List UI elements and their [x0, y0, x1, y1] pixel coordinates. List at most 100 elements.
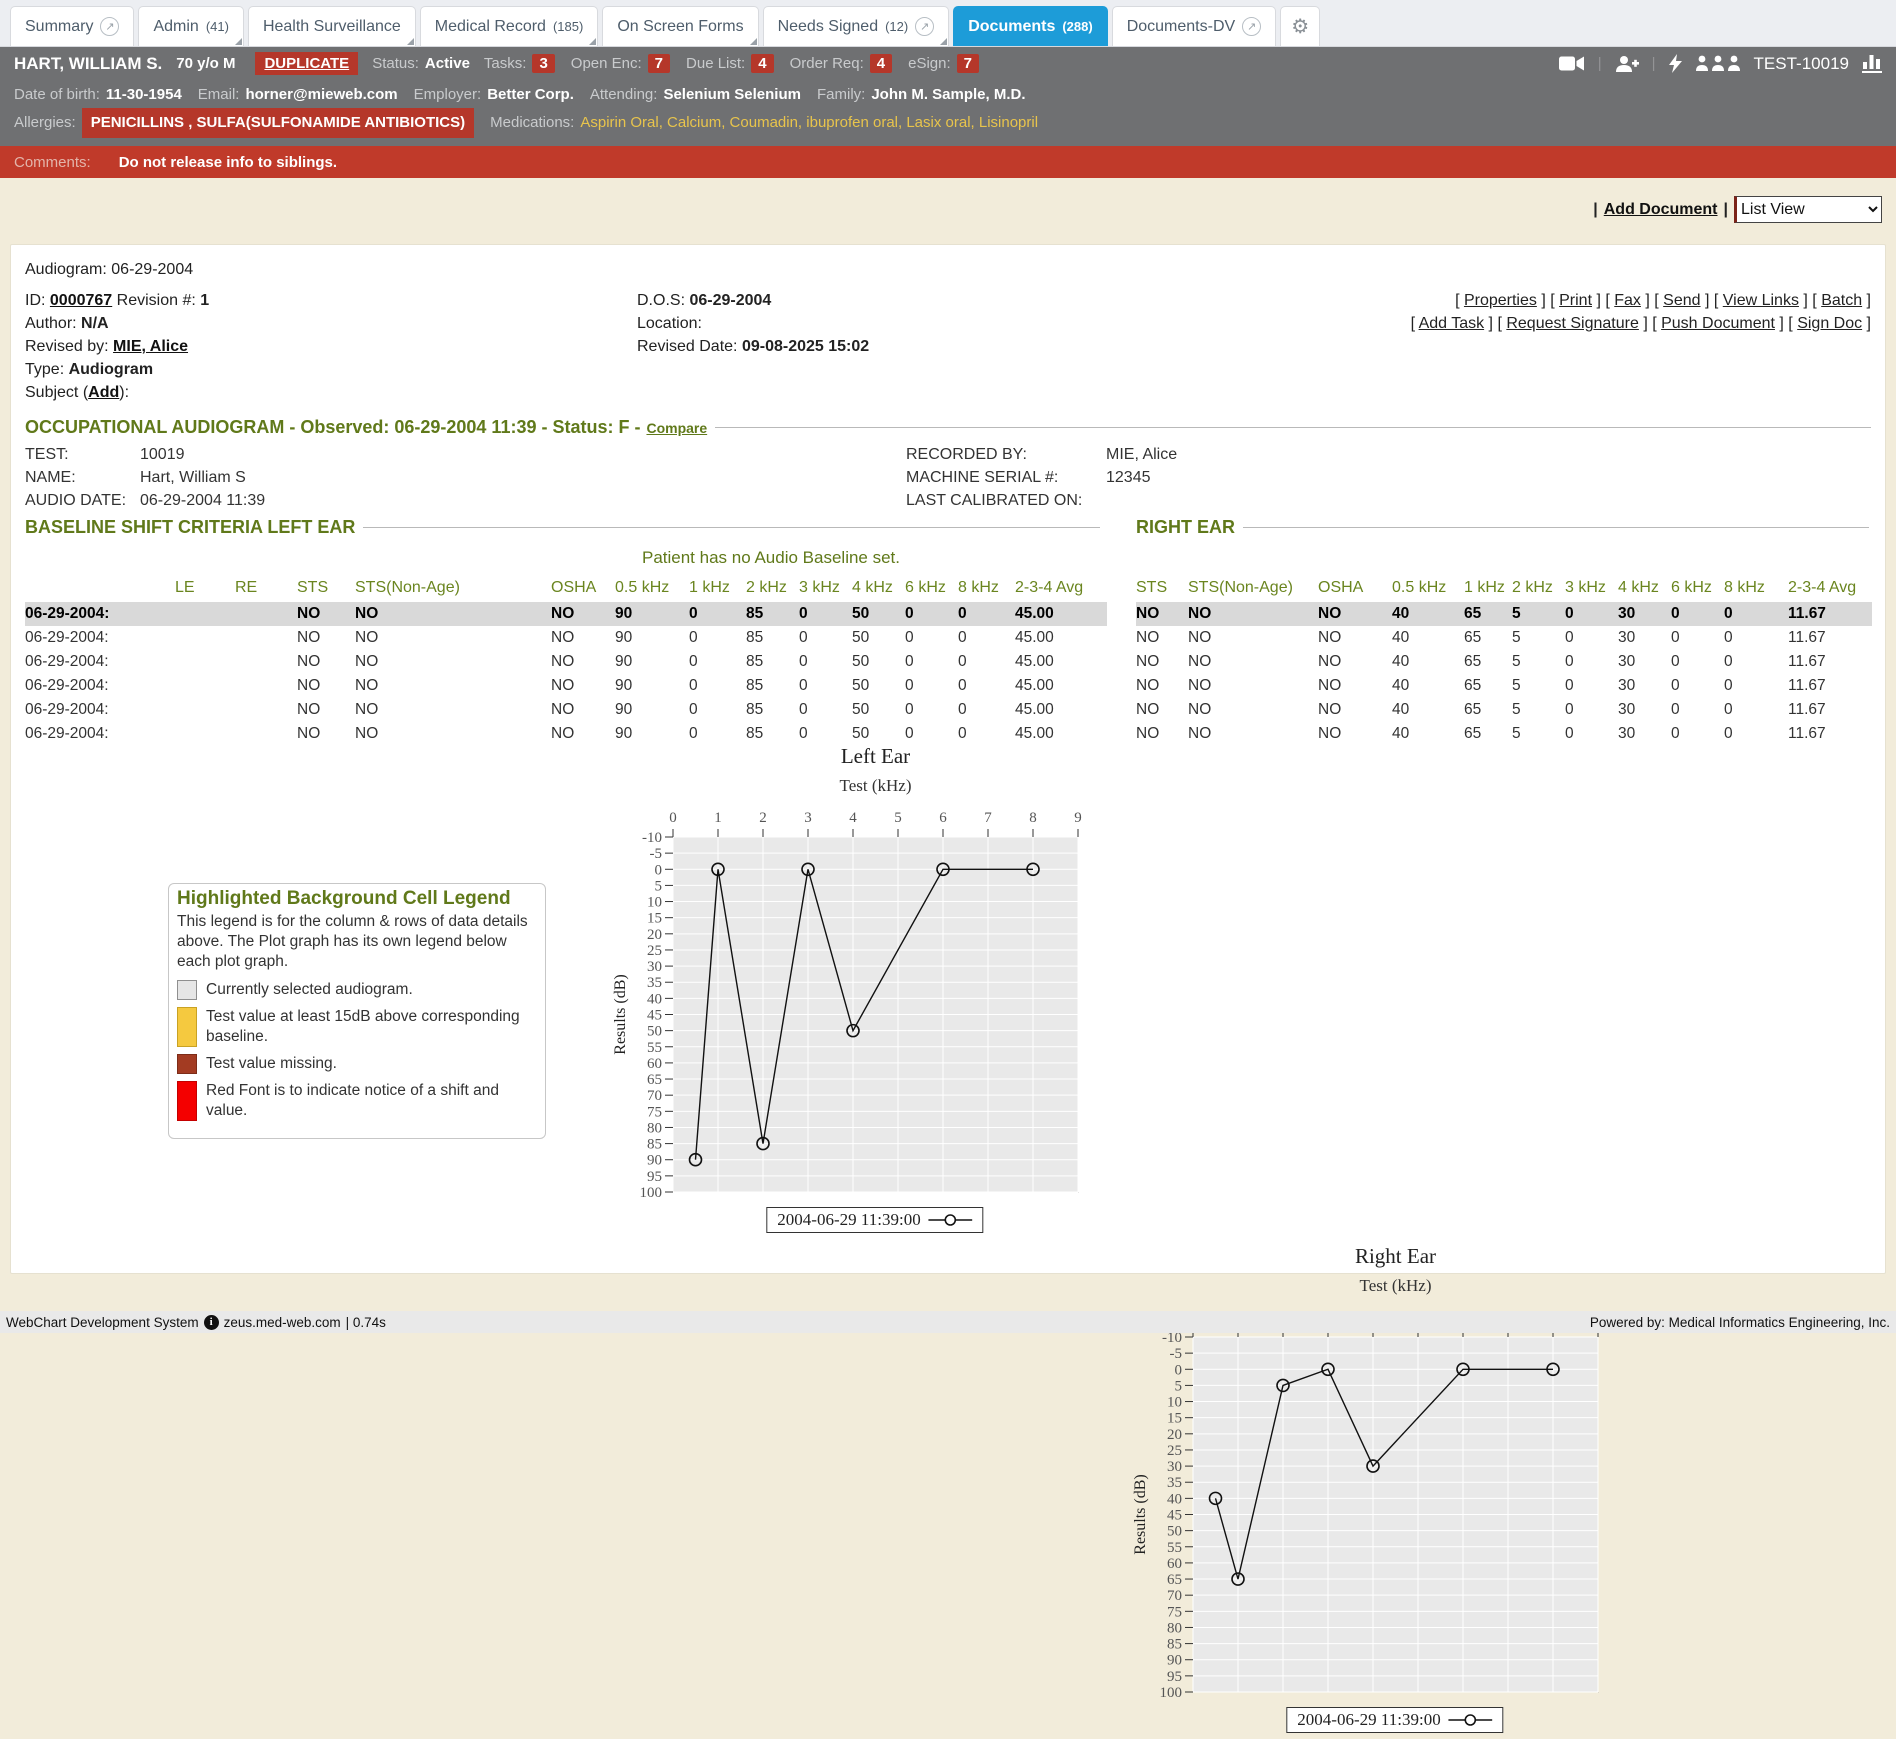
audiogram-row[interactable]: NONONO406550300011.67: [1136, 698, 1872, 722]
counter-badge[interactable]: 7: [957, 54, 979, 73]
series-label: 2004-06-29 11:39:00: [777, 1210, 920, 1230]
audiogram-row[interactable]: NONONO406550300011.67: [1136, 722, 1872, 746]
audiogram-row[interactable]: 06-29-2004:NONONO900850500045.00: [25, 626, 1107, 650]
tab-medical-record[interactable]: Medical Record (185): [420, 6, 599, 46]
value-cell: 5: [1512, 698, 1565, 722]
audiogram-row[interactable]: NONONO406550300011.67: [1136, 650, 1872, 674]
patient-status: Status: Active: [372, 55, 470, 72]
audiogram-date-cell[interactable]: 06-29-2004:: [25, 698, 175, 722]
tab-on-screen-forms[interactable]: On Screen Forms: [602, 6, 758, 46]
status-value: Active: [425, 55, 470, 72]
tab-label: Summary: [25, 18, 93, 36]
audiogram-date-cell[interactable]: 06-29-2004:: [25, 722, 175, 746]
value-cell: [235, 722, 297, 746]
action-link-request-signature[interactable]: Request Signature: [1506, 315, 1639, 332]
action-link-properties[interactable]: Properties: [1464, 292, 1537, 309]
tab-summary[interactable]: Summary ↗: [10, 6, 134, 46]
action-link-print[interactable]: Print: [1559, 292, 1592, 309]
info-label: Employer:: [414, 82, 482, 108]
test-info-label: NAME:: [25, 466, 140, 489]
counter-label: eSign:: [908, 55, 951, 72]
tab-documents-dv[interactable]: Documents-DV↗: [1112, 6, 1276, 46]
value-cell: [175, 602, 235, 626]
tab-count: (288): [1062, 19, 1092, 34]
value-cell: NO: [1318, 674, 1392, 698]
action-link-sign-doc[interactable]: Sign Doc: [1797, 315, 1862, 332]
tab-label: Health Surveillance: [263, 18, 401, 36]
revised-by-link[interactable]: MIE, Alice: [113, 338, 188, 355]
audiogram-row[interactable]: 06-29-2004:NONONO900850500045.00: [25, 674, 1107, 698]
audiogram-date-cell[interactable]: 06-29-2004:: [25, 626, 175, 650]
patient-info-band: Date of birth:11-30-1954Email:horner@mie…: [0, 80, 1896, 146]
value-cell: 30: [1618, 722, 1671, 746]
people-group-icon[interactable]: [1695, 55, 1741, 72]
tab-health-surveillance[interactable]: Health Surveillance: [248, 6, 416, 46]
value-cell: 50: [852, 602, 905, 626]
info-value: Better Corp.: [487, 82, 574, 108]
value-cell: 65: [1464, 602, 1512, 626]
compare-link[interactable]: Compare: [646, 420, 707, 436]
action-link-add-task[interactable]: Add Task: [1419, 315, 1485, 332]
action-link-send[interactable]: Send: [1663, 292, 1700, 309]
svg-text:95: 95: [1167, 1669, 1182, 1685]
audiogram-row[interactable]: NONONO406550300011.67: [1136, 674, 1872, 698]
legend-item-label: Test value missing.: [206, 1054, 337, 1074]
open-in-new-icon[interactable]: ↗: [1242, 17, 1261, 36]
subject-add-link[interactable]: Add: [88, 384, 119, 401]
revised-by-label: Revised by:: [25, 338, 109, 355]
audiogram-date-cell[interactable]: 06-29-2004:: [25, 602, 175, 626]
value-cell: 40: [1392, 602, 1464, 626]
counter-open-enc-: Open Enc:7: [571, 54, 670, 73]
tab-documents[interactable]: Documents (288): [953, 6, 1107, 46]
document-id-link[interactable]: 0000767: [50, 292, 112, 309]
view-mode-select[interactable]: List View: [1734, 196, 1882, 223]
audiogram-row[interactable]: NONONO406550300011.67: [1136, 626, 1872, 650]
action-link-push-document[interactable]: Push Document: [1661, 315, 1775, 332]
column-header: 6 kHz: [1671, 575, 1724, 602]
revised-date-value: 09-08-2025 15:02: [742, 338, 869, 355]
settings-tab[interactable]: ⚙: [1280, 6, 1320, 46]
counter-badge[interactable]: 4: [751, 54, 773, 73]
value-cell: 50: [852, 674, 905, 698]
tab-count: (185): [553, 19, 583, 34]
svg-text:45: 45: [647, 1008, 662, 1024]
info-icon[interactable]: i: [204, 1315, 219, 1330]
action-bracket: [: [1788, 315, 1797, 332]
tab-admin[interactable]: Admin (41): [138, 6, 243, 46]
chart-number: TEST-10019: [1754, 54, 1849, 74]
open-in-new-icon[interactable]: ↗: [100, 17, 119, 36]
action-link-batch[interactable]: Batch: [1821, 292, 1862, 309]
value-cell: 11.67: [1788, 602, 1872, 626]
video-camera-icon[interactable]: [1559, 55, 1585, 72]
audiogram-header-text: OCCUPATIONAL AUDIOGRAM - Observed: 06-29…: [25, 417, 640, 438]
svg-text:60: 60: [1167, 1556, 1182, 1572]
duplicate-badge[interactable]: DUPLICATE: [255, 52, 358, 75]
tab-menu-fold: [589, 38, 596, 45]
action-link-fax[interactable]: Fax: [1614, 292, 1641, 309]
value-cell: 65: [1464, 626, 1512, 650]
action-link-view-links[interactable]: View Links: [1723, 292, 1799, 309]
counter-badge[interactable]: 7: [648, 54, 670, 73]
add-document-link[interactable]: Add Document: [1604, 201, 1718, 219]
counter-badge[interactable]: 3: [532, 54, 554, 73]
audiogram-row[interactable]: NONONO406550300011.67: [1136, 602, 1872, 626]
audiogram-row[interactable]: 06-29-2004:NONONO900850500045.00: [25, 602, 1107, 626]
value-cell: 0: [905, 602, 958, 626]
test-info-value: 06-29-2004 11:39: [140, 492, 265, 509]
bar-chart-icon[interactable]: [1862, 54, 1882, 73]
tab-needs-signed[interactable]: Needs Signed (12)↗: [763, 6, 950, 46]
open-in-new-icon[interactable]: ↗: [915, 17, 934, 36]
add-person-icon[interactable]: [1615, 55, 1639, 73]
value-cell: 0: [1671, 650, 1724, 674]
audiogram-test-info-left: TEST:10019NAME:Hart, William SAUDIO DATE…: [25, 443, 265, 512]
audiogram-row[interactable]: 06-29-2004:NONONO900850500045.00: [25, 698, 1107, 722]
action-bracket: [: [1812, 292, 1821, 309]
audiogram-date-cell[interactable]: 06-29-2004:: [25, 674, 175, 698]
counter-badge[interactable]: 4: [870, 54, 892, 73]
value-cell: 0: [799, 650, 852, 674]
lightning-icon[interactable]: [1669, 54, 1682, 73]
audiogram-row[interactable]: 06-29-2004:NONONO900850500045.00: [25, 650, 1107, 674]
allergies-badge[interactable]: PENICILLINS , SULFA(SULFONAMIDE ANTIBIOT…: [82, 108, 474, 138]
audiogram-date-cell[interactable]: 06-29-2004:: [25, 650, 175, 674]
column-header: RE: [235, 575, 297, 602]
